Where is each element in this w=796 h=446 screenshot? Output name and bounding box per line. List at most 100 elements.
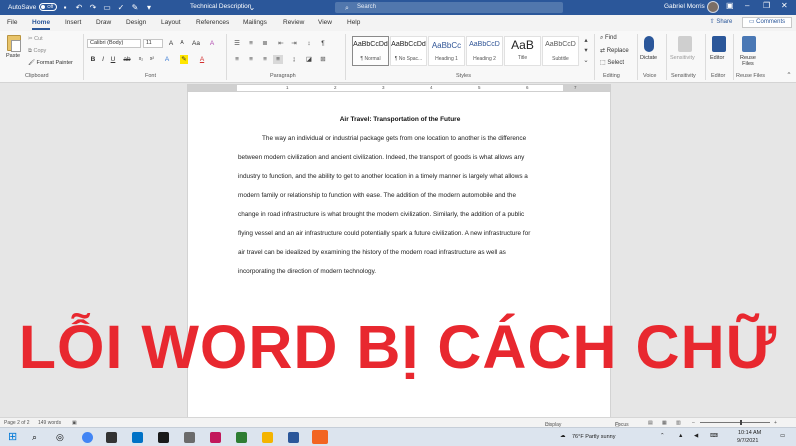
notifications-icon[interactable]: ▭ [780,433,785,439]
show-marks-icon[interactable]: ¶ [318,39,328,48]
app-logo-icon[interactable] [312,430,328,444]
redo-icon[interactable]: ↷ [88,2,98,12]
weather-status[interactable]: 76°F Partly sunny [572,434,615,440]
style-subtitle[interactable]: AaBbCcD Subtitle [542,36,579,66]
zoom-slider-thumb[interactable] [740,420,742,425]
calculator-icon[interactable] [184,432,195,443]
close-icon[interactable]: ✕ [781,1,788,10]
weather-icon[interactable]: ☁ [560,433,566,439]
tab-layout[interactable]: Layout [161,19,181,26]
style-heading-1[interactable]: AaBbCc Heading 1 [428,36,465,66]
tab-draw[interactable]: Draw [96,19,111,26]
app-icon[interactable] [106,432,117,443]
chevron-down-icon[interactable]: ⌄ [247,2,257,12]
search-input[interactable]: ⌕ Search [335,2,563,13]
reuse-files-button[interactable]: Reuse Files [740,55,756,67]
styles-scroll-down-icon[interactable]: ▾ [581,46,591,55]
read-mode-icon[interactable]: ▤ [648,420,653,426]
select-button[interactable]: ⬚ Select [600,59,624,66]
sort-icon[interactable]: ↕ [304,39,314,48]
style-title[interactable]: AaB Title [504,36,541,66]
clear-formatting-icon[interactable]: A [208,39,216,48]
file-explorer-icon[interactable] [262,432,273,443]
increase-indent-icon[interactable]: ⇥ [289,39,299,48]
proofing-icon[interactable]: ▣ [72,420,77,426]
shading-icon[interactable]: ◪ [304,55,314,64]
undo-icon[interactable]: ↶ [74,2,84,12]
tab-review[interactable]: Review [283,19,304,26]
justify-icon[interactable]: ≡ [273,55,283,64]
spelling-icon[interactable]: ✓ [116,2,126,12]
tab-help[interactable]: Help [347,19,360,26]
tab-home[interactable]: Home [32,19,51,30]
line-spacing-icon[interactable]: ↨ [289,55,299,64]
superscript-button[interactable]: x² [148,55,156,64]
styles-more-icon[interactable]: ⌄ [581,56,591,65]
subscript-button[interactable]: x₂ [137,55,145,64]
save-icon[interactable]: ▪ [60,2,70,12]
page-count[interactable]: Page 2 of 2 [4,420,30,426]
chrome-icon[interactable] [82,432,93,443]
dictate-button[interactable]: Dictate [640,55,657,61]
autosave-control[interactable]: AutoSave Off [8,3,58,11]
word-icon[interactable] [288,432,299,443]
minimize-icon[interactable]: – [745,1,749,10]
microphone-icon[interactable] [644,36,654,52]
terminal-icon[interactable] [158,432,169,443]
tab-view[interactable]: View [318,19,332,26]
tab-mailings[interactable]: Mailings [243,19,267,26]
style-no-spacing[interactable]: AaBbCcDd ¶ No Spac... [390,36,427,66]
cut-button[interactable]: ✂ Cut [28,36,43,42]
italic-button[interactable]: I [99,55,107,64]
restore-icon[interactable]: ❐ [763,1,770,10]
start-icon[interactable]: ⊞ [8,432,19,443]
decrease-indent-icon[interactable]: ⇤ [276,39,286,48]
user-name[interactable]: Gabriel Morris [664,3,705,10]
autosave-toggle[interactable]: Off [39,3,58,11]
format-painter-button[interactable]: 🖌 Format Painter [28,60,73,66]
web-layout-icon[interactable]: ▥ [676,420,681,426]
task-view-icon[interactable]: ◎ [56,432,67,443]
numbering-icon[interactable]: ≡ [246,39,256,48]
clock-time[interactable]: 10:14 AM [738,430,761,436]
zoom-slider[interactable] [700,422,770,423]
zoom-in-icon[interactable]: + [774,420,777,426]
share-button[interactable]: ⇧ Share [706,17,736,28]
print-icon[interactable]: ▭ [102,2,112,12]
tab-references[interactable]: References [196,19,229,26]
search-icon[interactable]: ⌕ [32,432,43,443]
bold-button[interactable]: B [89,55,97,64]
editor-button[interactable]: Editor [710,55,724,61]
paste-button[interactable]: Paste [6,53,20,59]
comments-button[interactable]: ▭ Comments [742,17,792,28]
align-right-icon[interactable]: ≡ [260,55,270,64]
replace-button[interactable]: ⇄ Replace [600,47,629,54]
font-size-select[interactable]: 11 [143,39,163,48]
tab-design[interactable]: Design [126,19,146,26]
ribbon-display-icon[interactable]: ▣ [726,1,734,10]
volume-icon[interactable]: ◀ [694,433,698,439]
multilevel-list-icon[interactable]: ≣ [260,39,270,48]
align-center-icon[interactable]: ≡ [246,55,256,64]
style-heading-2[interactable]: AaBbCcD Heading 2 [466,36,503,66]
keyboard-icon[interactable]: ⌨ [710,433,718,439]
outlook-icon[interactable] [132,432,143,443]
customize-toolbar-icon[interactable]: ▾ [144,2,154,12]
zoom-out-icon[interactable]: – [692,420,695,426]
draw-icon[interactable]: ✎ [130,2,140,12]
copy-button[interactable]: ⧉ Copy [28,48,46,55]
change-case-icon[interactable]: Aa [192,39,200,48]
reuse-files-icon[interactable] [742,36,756,52]
paste-icon[interactable] [7,35,21,52]
print-layout-icon[interactable]: ▦ [662,420,667,426]
avatar[interactable] [707,1,719,13]
borders-icon[interactable]: ⊞ [318,55,328,64]
style-normal[interactable]: AaBbCcDd ¶ Normal [352,36,389,66]
strikethrough-button[interactable]: ab [123,55,131,64]
highlight-icon[interactable]: ✎ [180,55,188,64]
find-button[interactable]: ⌕ Find [600,35,617,42]
app-icon[interactable] [236,432,247,443]
styles-scroll-up-icon[interactable]: ▴ [581,36,591,45]
word-count[interactable]: 149 words [38,420,61,426]
bullets-icon[interactable]: ☰ [232,39,242,48]
